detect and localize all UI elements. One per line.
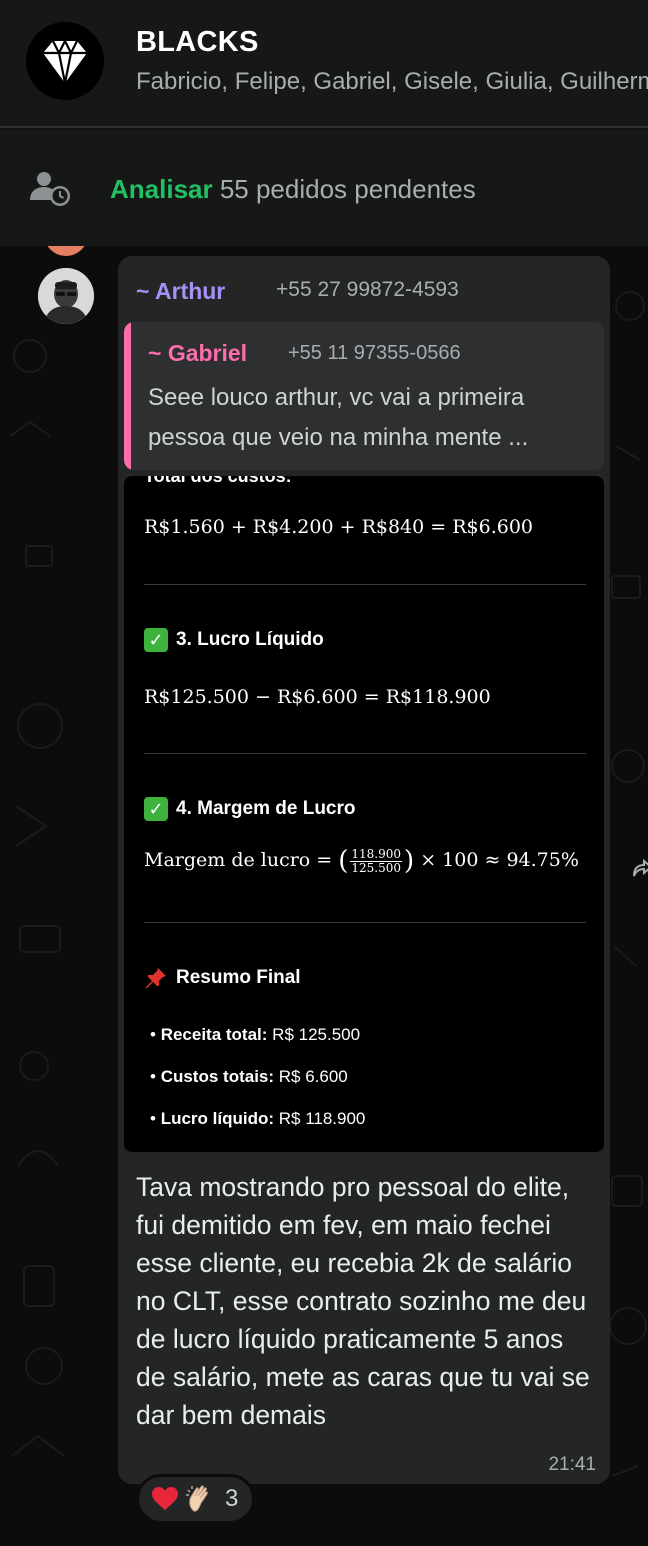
section-3-title: 3. Lucro Líquido [176, 629, 324, 650]
group-name: BLACKS [136, 26, 259, 58]
heart-emoji-icon [152, 1487, 178, 1510]
group-avatar[interactable] [26, 22, 104, 100]
pending-requests-text: Analisar 55 pedidos pendentes [110, 174, 476, 205]
message-bubble[interactable]: ~ Arthur +55 27 99872-4593 ~ Gabriel +55… [118, 256, 610, 1484]
margin-fraction: 118.900 125.500 [350, 846, 403, 875]
divider [144, 753, 586, 754]
diamond-icon [43, 38, 87, 84]
pending-count-text: 55 pedidos pendentes [212, 174, 476, 204]
section-4-heading: ✓ 4. Margem de Lucro [144, 797, 356, 821]
image-cut-heading: Total dos custos: [144, 476, 292, 486]
divider [144, 922, 586, 923]
summary-title: Resumo Final [176, 967, 301, 988]
costs-equation: R$1.560 + R$4.200 + R$840 = R$6.600 [144, 516, 532, 538]
quoted-message[interactable]: ~ Gabriel +55 11 97355-0566 Seee louco a… [124, 322, 604, 470]
margin-result: × 100 ≈ 94.75% [414, 849, 579, 871]
summary-bullet: • Lucro líquido: R$ 118.900 [150, 1109, 366, 1128]
check-mark-icon: ✓ [144, 797, 168, 821]
avatar-photo [38, 268, 94, 324]
summary-bullet: • Custos totais: R$ 6.600 [150, 1067, 348, 1086]
summary-bullet: • Receita total: R$ 125.500 [150, 1025, 361, 1044]
check-mark-icon: ✓ [144, 628, 168, 652]
reactions-pill[interactable]: 3 [136, 1474, 256, 1524]
message-text: Tava mostrando pro pessoal do elite, fui… [136, 1172, 590, 1430]
pending-user-icon [30, 172, 70, 206]
pending-requests-banner[interactable]: Analisar 55 pedidos pendentes [0, 130, 648, 246]
attached-image[interactable]: Total dos custos: R$1.560 + R$4.200 + R$… [124, 476, 604, 1152]
sender-avatar[interactable] [38, 268, 94, 324]
clapping-hands-emoji-icon [186, 1485, 208, 1512]
chat-header[interactable]: BLACKS Fabricio, Felipe, Gabriel, Gisele… [0, 0, 648, 128]
section-4-title: 4. Margem de Lucro [176, 798, 356, 819]
quoted-text: Seee louco arthur, vc vai a primeira pes… [148, 384, 529, 451]
message-time: 21:41 [548, 1454, 596, 1475]
section-3-heading: ✓ 3. Lucro Líquido [144, 628, 324, 652]
profit-equation: R$125.500 − R$6.600 = R$118.900 [144, 686, 491, 708]
sender-name[interactable]: ~ Arthur [136, 278, 225, 305]
sender-phone: +55 27 99872-4593 [276, 278, 459, 301]
forward-icon[interactable] [630, 856, 648, 880]
review-requests-link[interactable]: Analisar [110, 174, 213, 204]
margin-numerator: 118.900 [350, 846, 403, 862]
margin-equation: Margem de lucro = (118.900 125.500) × 100… [144, 846, 579, 876]
margin-denominator: 125.500 [351, 860, 402, 875]
chat-area[interactable]: ~ Arthur +55 27 99872-4593 ~ Gabriel +55… [0, 246, 648, 1546]
quoted-sender-name: ~ Gabriel [148, 340, 248, 366]
reaction-count: 3 [225, 1485, 239, 1512]
divider [144, 584, 586, 585]
group-members: Fabricio, Felipe, Gabriel, Gisele, Giuli… [136, 68, 648, 95]
summary-heading: Resumo Final [144, 966, 301, 990]
pushpin-icon [146, 968, 166, 988]
quote-accent-bar [124, 322, 131, 470]
quoted-sender-phone: +55 11 97355-0566 [288, 342, 461, 364]
margin-label: Margem de lucro = [144, 849, 339, 871]
